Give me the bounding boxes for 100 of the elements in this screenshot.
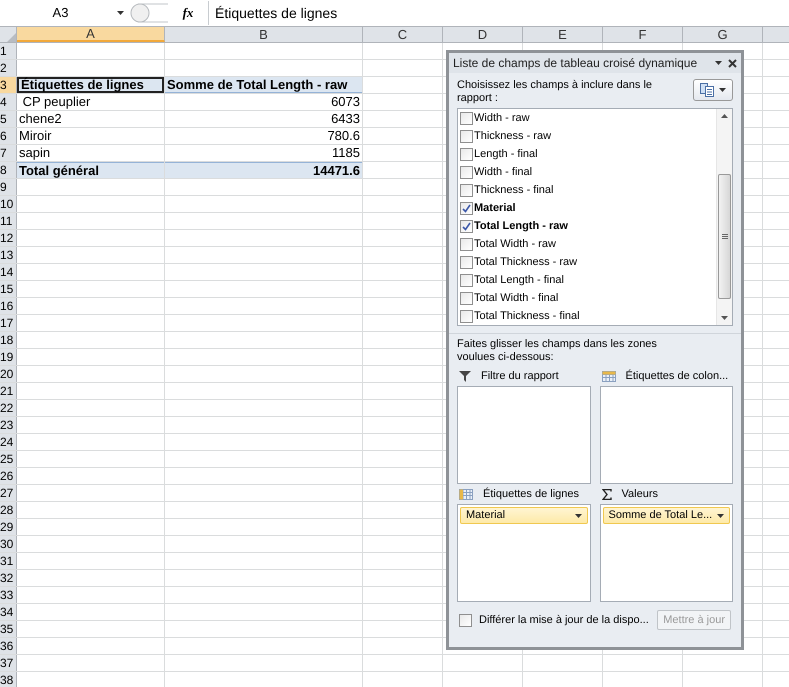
row-header[interactable]: 33 <box>0 587 17 603</box>
row-header[interactable]: 4 <box>0 94 17 110</box>
areas-instruction: Faites glisser les champs dans les zones voulues ci-dessous: <box>456 338 658 364</box>
row-header[interactable]: 29 <box>0 519 17 535</box>
row-header[interactable]: 34 <box>0 604 17 620</box>
row-header[interactable]: 13 <box>0 247 17 263</box>
field-label[interactable]: Width - raw <box>474 110 530 126</box>
table-cell-text: 1185 <box>331 145 361 161</box>
column-header[interactable]: G <box>683 27 763 42</box>
field-label[interactable]: Total Length - final <box>474 272 564 288</box>
row-header[interactable]: 31 <box>0 553 17 569</box>
row-header[interactable]: 8 <box>0 162 17 178</box>
row-header[interactable]: 10 <box>0 196 17 212</box>
checkbox[interactable] <box>459 614 472 626</box>
column-header[interactable]: F <box>603 27 683 42</box>
field-label[interactable]: Total Thickness - final <box>474 308 580 324</box>
field-label[interactable]: Total Width - raw <box>474 236 556 252</box>
row-header[interactable]: 25 <box>0 451 17 467</box>
function-icon[interactable]: fx <box>168 3 208 23</box>
row-header[interactable]: 35 <box>0 621 17 637</box>
name-box[interactable]: A3 <box>0 2 128 24</box>
caret-icon <box>717 514 724 518</box>
scrollbar[interactable] <box>716 109 732 325</box>
checkbox[interactable] <box>460 130 473 142</box>
row-header[interactable]: 20 <box>0 366 17 382</box>
row-header[interactable]: 37 <box>0 655 17 671</box>
area-label: Valeurs <box>622 486 658 502</box>
table-cell-text: chene2 <box>18 111 63 127</box>
layout-button[interactable] <box>693 79 733 101</box>
drop-area[interactable]: Material <box>457 504 590 602</box>
checkbox[interactable] <box>460 256 473 268</box>
column-header[interactable]: D <box>443 27 523 42</box>
row-header[interactable]: 27 <box>0 485 17 501</box>
checkbox[interactable] <box>460 148 473 160</box>
drop-area[interactable]: Somme de Total Le... <box>600 504 733 602</box>
scroll-thumb[interactable] <box>718 174 731 299</box>
row-header[interactable]: 14 <box>0 264 17 280</box>
checkbox[interactable] <box>460 166 473 178</box>
column-header[interactable]: B <box>165 27 363 42</box>
row-header[interactable]: 19 <box>0 349 17 365</box>
field-label[interactable]: Total Length - raw <box>474 218 568 234</box>
row-header[interactable]: 15 <box>0 281 17 297</box>
row-header[interactable]: 38 <box>0 672 17 687</box>
row-header[interactable]: 16 <box>0 298 17 314</box>
field-label[interactable]: Total Width - final <box>474 290 558 306</box>
drop-area[interactable] <box>600 386 733 484</box>
checkbox[interactable] <box>460 184 473 196</box>
total-label: Total général <box>17 162 164 178</box>
area-label: Étiquettes de colon... <box>626 368 728 384</box>
row-header[interactable]: 18 <box>0 332 17 348</box>
drop-area[interactable] <box>457 386 590 484</box>
grip-icon <box>722 234 728 239</box>
layout-icon <box>700 83 714 97</box>
row-header[interactable]: 7 <box>0 145 17 161</box>
caret-icon <box>574 514 582 518</box>
row-header[interactable]: 17 <box>0 315 17 331</box>
splitter-handle-icon[interactable] <box>128 3 168 23</box>
close-icon[interactable] <box>728 58 737 68</box>
row-header[interactable]: 12 <box>0 230 17 246</box>
checkbox[interactable] <box>460 112 473 124</box>
row-header[interactable]: 23 <box>0 417 17 433</box>
field-label[interactable]: Width - final <box>474 164 532 180</box>
field-label[interactable]: Thickness - final <box>474 182 554 198</box>
row-header[interactable]: 32 <box>0 570 17 586</box>
row-header[interactable]: 28 <box>0 502 17 518</box>
row-header[interactable]: 21 <box>0 383 17 399</box>
row-header[interactable]: 30 <box>0 536 17 552</box>
column-header[interactable]: C <box>363 27 443 42</box>
area-field-button[interactable]: Material <box>460 507 588 524</box>
values-header: Somme de Total Length - raw <box>165 77 362 93</box>
field-label[interactable]: Total Thickness - raw <box>474 254 578 270</box>
checkbox[interactable] <box>460 220 473 232</box>
checkbox[interactable] <box>460 274 473 286</box>
row-header[interactable]: 26 <box>0 468 17 484</box>
table-cell-text: 6433 <box>330 111 361 127</box>
row-header[interactable]: 22 <box>0 400 17 416</box>
scroll-up-icon[interactable] <box>721 114 728 118</box>
row-header[interactable]: 6 <box>0 128 17 144</box>
area-field-button[interactable]: Somme de Total Le... <box>602 507 730 524</box>
formula-field[interactable]: Étiquettes de lignes <box>208 1 789 25</box>
row-header[interactable]: 1 <box>0 43 17 59</box>
field-label[interactable]: Length - final <box>474 146 538 162</box>
row-header[interactable]: 3 <box>0 77 17 93</box>
row-header[interactable]: 5 <box>0 111 17 127</box>
scroll-down-icon[interactable] <box>721 316 728 320</box>
row-header[interactable]: 36 <box>0 638 17 654</box>
row-header[interactable]: 9 <box>0 179 17 195</box>
checkbox[interactable] <box>460 202 473 214</box>
pane-menu-icon <box>715 61 722 65</box>
checkbox[interactable] <box>460 238 473 250</box>
field-label[interactable]: Thickness - raw <box>474 128 552 144</box>
column-header[interactable]: E <box>523 27 603 42</box>
checkbox[interactable] <box>460 292 473 304</box>
field-label[interactable]: Material <box>474 200 516 216</box>
row-header[interactable]: 11 <box>0 213 17 229</box>
column-header[interactable]: A <box>17 27 165 42</box>
row-header[interactable]: 2 <box>0 60 17 76</box>
checkbox[interactable] <box>460 310 473 322</box>
row-header[interactable]: 24 <box>0 434 17 450</box>
area-label: Filtre du rapport <box>481 368 559 384</box>
